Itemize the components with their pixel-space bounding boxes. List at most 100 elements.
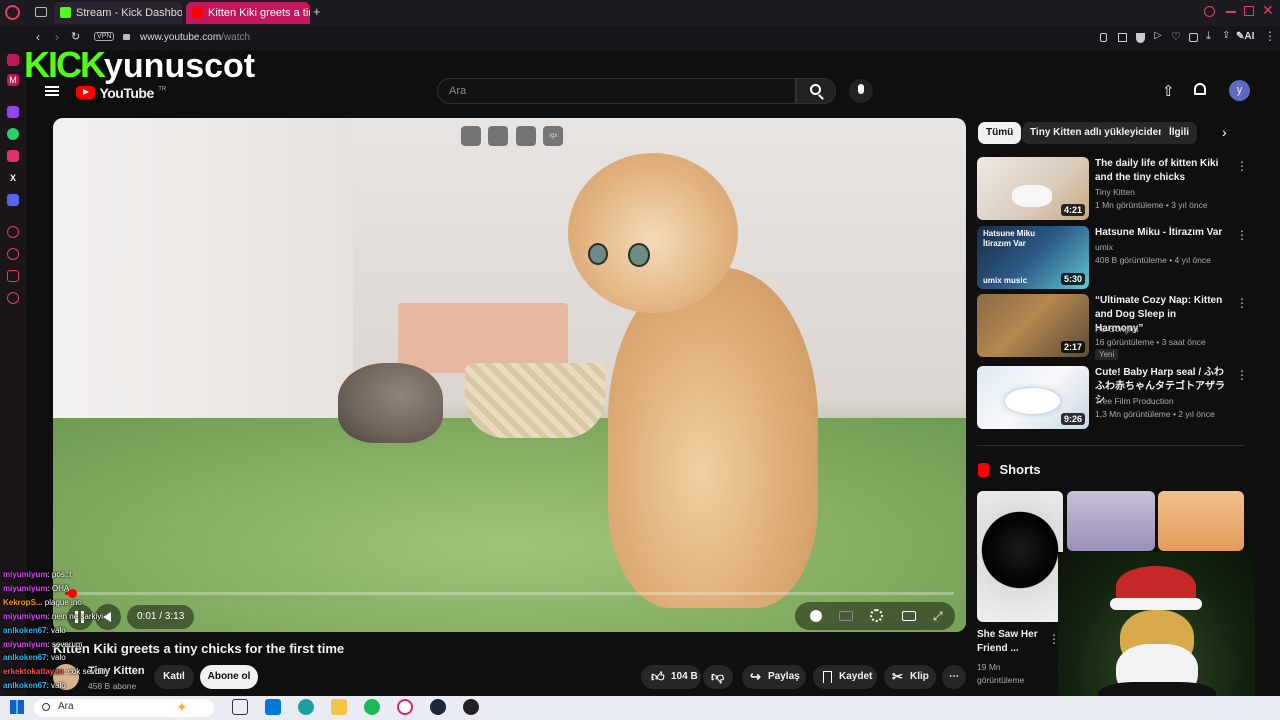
snapshot-icon[interactable]	[1118, 33, 1127, 42]
chat-username[interactable]: anlkoken67	[3, 681, 47, 690]
tab-youtube-video[interactable]: Kitten Kiki greets a tiny	[186, 2, 310, 24]
recommendation-item[interactable]: Hatsune Miku İtirazım Var umix music 5:3…	[977, 226, 1248, 290]
player-icon[interactable]: ▷	[1154, 30, 1162, 41]
steam-icon[interactable]	[430, 699, 446, 715]
opera-taskbar-icon[interactable]	[397, 699, 413, 715]
recommendation-item[interactable]: 9:26 Cute! Baby Harp seal / ふわふわ赤ちゃんタテゴト…	[977, 366, 1248, 430]
search-icon	[42, 703, 50, 711]
chat-username[interactable]: anlkoken67	[3, 626, 47, 635]
recommendation-item[interactable]: 4:21 The daily life of kitten Kiki and t…	[977, 157, 1248, 221]
taskbar-search[interactable]: Ara ✦	[34, 699, 214, 717]
save-button[interactable]: Kaydet	[813, 665, 877, 689]
next-icon[interactable]	[515, 126, 536, 146]
workspaces-icon[interactable]	[35, 7, 47, 17]
adblock-shield-icon[interactable]	[1136, 33, 1145, 43]
chat-username[interactable]: miyumiyum	[3, 584, 47, 593]
more-options-icon[interactable]: ⋮	[1236, 296, 1248, 310]
player-sidebar-icon[interactable]	[7, 226, 19, 238]
outlook-icon[interactable]	[265, 699, 281, 715]
twitch-icon[interactable]	[7, 106, 19, 118]
tab-kick-dashboard[interactable]: Stream - Kick Dashboard	[54, 2, 182, 24]
chip-related[interactable]: İlgili	[1161, 122, 1197, 144]
heart-icon[interactable]: ♡	[1171, 30, 1181, 43]
create-upload-icon[interactable]: ⇧	[1162, 82, 1175, 100]
task-view-icon[interactable]	[232, 699, 248, 715]
more-options-icon[interactable]: ⋮	[1236, 228, 1248, 242]
chip-all[interactable]: Tümü	[978, 122, 1022, 144]
back-icon[interactable]: ‹	[36, 30, 40, 44]
more-options-icon[interactable]: ⋮	[1236, 368, 1248, 382]
like-button[interactable]: 👍︎ 104 B	[641, 665, 701, 689]
whatsapp-icon[interactable]	[7, 128, 19, 140]
duration-badge: 9:26	[1060, 413, 1085, 425]
cast-icon[interactable]	[488, 126, 509, 146]
edge-icon[interactable]	[298, 699, 314, 715]
instagram-icon[interactable]	[7, 150, 19, 162]
search-tabs-icon[interactable]	[1204, 6, 1215, 17]
rgx-button[interactable]: rgx	[543, 126, 564, 146]
share-button[interactable]: ↪ Paylaş	[742, 665, 806, 689]
video-player[interactable]: rgx 0:01 / 3:13 ⤢	[53, 118, 966, 632]
start-windows-icon[interactable]	[10, 700, 24, 714]
join-button[interactable]: Katıl	[154, 665, 194, 689]
settings-icon[interactable]	[7, 292, 19, 304]
opera-menu-icon[interactable]	[5, 5, 20, 20]
chat-username[interactable]: anlkoken67	[3, 653, 47, 662]
close-window-button[interactable]: ✕	[1262, 2, 1274, 19]
subscribe-button[interactable]: Abone ol	[200, 665, 258, 689]
share-icon[interactable]: ⇪	[1222, 30, 1230, 41]
spotify-icon[interactable]	[364, 699, 380, 715]
url-field[interactable]: www.youtube.com/watch	[140, 32, 250, 43]
forward-icon[interactable]: ›	[55, 30, 59, 44]
chat-username[interactable]: miyumiyum	[3, 640, 47, 649]
more-actions-button[interactable]: ⋯	[942, 665, 966, 689]
notifications-bell-icon[interactable]	[1194, 83, 1206, 95]
minimize-button[interactable]	[1226, 11, 1236, 13]
chips-next-icon[interactable]: ›	[1222, 124, 1227, 140]
extensions-icon[interactable]	[1189, 33, 1198, 42]
maximize-button[interactable]	[1244, 6, 1254, 16]
history-icon[interactable]	[7, 248, 19, 260]
subtitles-icon[interactable]	[839, 611, 853, 621]
autoplay-toggle-icon[interactable]	[810, 610, 822, 622]
fullscreen-icon[interactable]: ⤢	[933, 610, 943, 622]
short-thumbnail[interactable]	[1158, 491, 1244, 551]
vpn-badge[interactable]: VPN	[94, 32, 115, 41]
opera-messenger-icon[interactable]	[7, 54, 19, 66]
youtube-logo[interactable]: YouTube TR	[76, 84, 166, 101]
search-button[interactable]	[796, 78, 836, 104]
search-input[interactable]: Ara	[437, 78, 796, 104]
browser-menu-icon[interactable]: ⋮	[1264, 29, 1276, 43]
progress-bar[interactable]	[65, 589, 954, 598]
hamburger-menu-icon[interactable]	[45, 86, 59, 96]
recommendation-title: Hatsune Miku - İtirazım Var	[1095, 227, 1223, 238]
account-avatar[interactable]: y	[1229, 80, 1250, 101]
reload-icon[interactable]: ↻	[71, 30, 80, 43]
voice-search-button[interactable]	[849, 79, 873, 103]
theater-mode-icon[interactable]	[902, 611, 916, 621]
settings-gear-icon[interactable]	[870, 609, 883, 622]
chip-from-uploader[interactable]: Tiny Kitten adlı yükleyiciden	[1022, 122, 1173, 144]
downloads-sidebar-icon[interactable]	[7, 270, 19, 282]
x-icon[interactable]: X	[7, 172, 19, 184]
chat-username[interactable]: miyumiyum	[3, 570, 47, 579]
file-explorer-icon[interactable]	[331, 699, 347, 715]
miniplayer-icon[interactable]	[461, 126, 481, 146]
dislike-button[interactable]: 👎︎	[703, 665, 733, 689]
download-icon[interactable]: ⤓	[1206, 30, 1211, 43]
short-thumbnail[interactable]	[1067, 491, 1155, 551]
chat-username[interactable]: KekropS...	[3, 598, 43, 607]
gmail-icon[interactable]: M	[7, 74, 19, 86]
short-thumbnail[interactable]	[977, 491, 1063, 622]
clip-button[interactable]: ✂ Klip	[884, 665, 936, 689]
recommendation-meta: 16 görüntüleme • 3 saat önce	[1095, 337, 1206, 347]
pin-icon[interactable]	[1100, 33, 1107, 42]
discord-icon[interactable]	[7, 194, 19, 206]
recommendation-item[interactable]: 2:17 “Ultimate Cozy Nap: Kitten and Dog …	[977, 294, 1248, 360]
more-options-icon[interactable]: ⋮	[1236, 159, 1248, 173]
chat-username[interactable]: erkektokatlayan	[3, 667, 63, 676]
app-icon[interactable]	[463, 699, 479, 715]
aria-ai-button[interactable]: ✎AI	[1236, 31, 1254, 42]
new-tab-button[interactable]: +	[313, 4, 321, 19]
chat-username[interactable]: miyumiyum	[3, 612, 47, 621]
